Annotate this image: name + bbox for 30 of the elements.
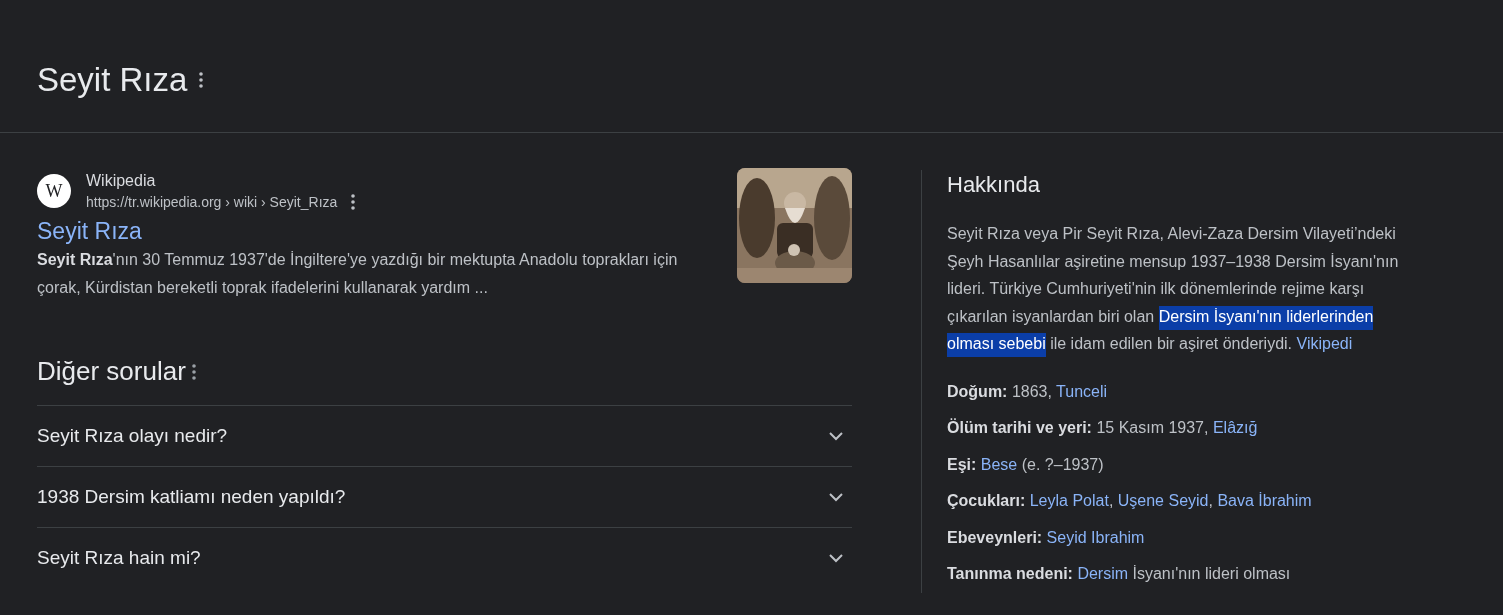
fact-line: Doğum: 1863, Tunceli <box>947 381 1109 402</box>
question-row[interactable]: 1938 Dersim katliamı neden yapıldı? <box>37 467 852 528</box>
more-options-icon[interactable] <box>351 194 356 210</box>
panel-title: Hakkında <box>947 172 1041 198</box>
site-name: Wikipedia <box>86 171 157 191</box>
fact-line: Ebeveynleri: Seyid Ibrahim <box>947 527 1146 548</box>
text-link[interactable]: Uşene Seyid <box>1117 492 1209 509</box>
fact-line: Eşi: Bese (e. ?–1937) <box>947 454 1105 475</box>
fact-line: Tanınma nedeni: Dersim İsyanı'nın lideri olması <box>947 564 1292 584</box>
text-link[interactable]: Elâzığ <box>1212 419 1258 436</box>
text-link[interactable]: Seyid Ibrahim <box>1046 528 1145 546</box>
text-link[interactable]: Bava İbrahim <box>1217 492 1312 509</box>
description-text: Seyit Rıza veya Pir Seyit Rıza, Alevi-Zaza Dersim Vilayeti’ndeki Şeyh Hasanlılar aşiretine mensup 1937–1938 Dersim İsyanı'nın lideri. Türkiye Cumhuriyeti'nin ilk dönemlerinde rejime karşı çıkarılan isyanlardan biri olan Dersim İsyanı'nın liderlerinden olması sebebi ile idam edilen bir aşiret önderiydi. Vikipedi <box>947 220 1409 358</box>
fact-line: Ölüm tarihi ve yeri: 15 Kasım 1937, Elâzığ <box>947 417 1259 438</box>
result-snippet: Seyit Rıza'nın 30 Temmuz 1937'de İngiltere'ye yazdığı bir mektupta Anadolu toprakları için çorak, Kürdistan bereketli toprak ifadelerini kullanarak yardım ... <box>37 250 679 298</box>
fact-line: Çocukları: Leyla Polat, Uşene Seyid, Bava İbrahim <box>947 491 1313 511</box>
more-options-icon[interactable] <box>199 72 204 88</box>
text-link[interactable]: Tunceli <box>1056 382 1108 400</box>
page-title: Seyit Rıza <box>37 61 188 99</box>
result-url: https://tr.wikipedia.org › wiki › Seyit_Rıza <box>86 193 338 212</box>
site-favicon: W <box>37 174 71 208</box>
text-link[interactable]: Leyla Polat <box>1029 492 1109 509</box>
section-title: Diğer sorular <box>37 356 186 387</box>
question-row[interactable]: Seyit Rıza hain mi? <box>37 528 852 588</box>
text-link[interactable]: Vikipedi <box>1296 335 1353 352</box>
text-link[interactable]: Bese <box>980 455 1018 473</box>
question-row[interactable]: Seyit Rıza olayı nedir? <box>37 406 852 467</box>
result-title-link[interactable]: Seyit Rıza <box>37 216 142 246</box>
more-options-icon[interactable] <box>191 363 196 380</box>
text-link[interactable]: Dersim <box>1077 565 1129 582</box>
